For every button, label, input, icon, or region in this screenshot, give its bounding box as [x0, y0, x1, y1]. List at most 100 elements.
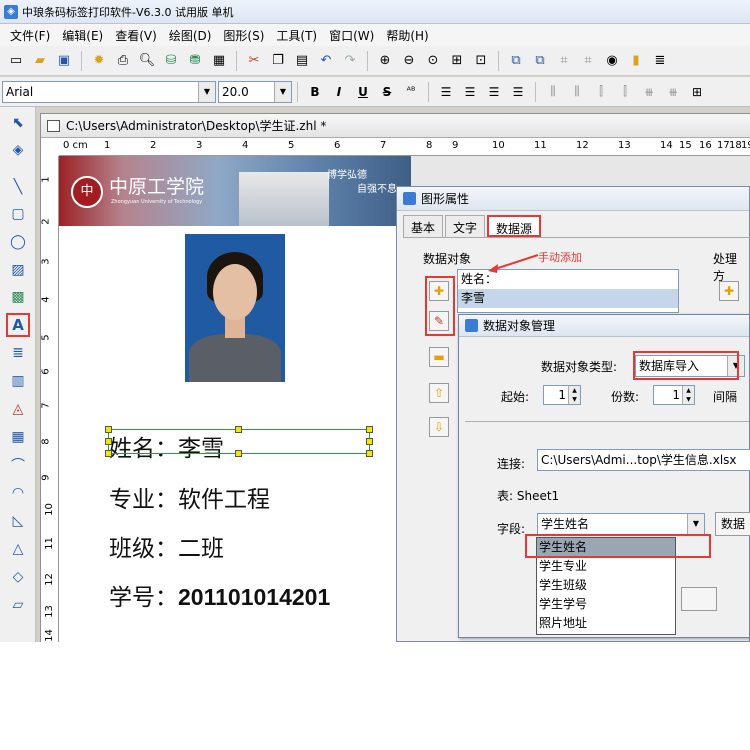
italic-button[interactable]: I	[328, 81, 350, 103]
line-tool-icon[interactable]: ╲	[6, 175, 30, 199]
open-icon[interactable]: ▰	[29, 50, 51, 72]
chevron-down-icon[interactable]: ▼	[198, 81, 215, 102]
space-h-icon[interactable]: ⧻	[638, 81, 660, 103]
cut-icon[interactable]: ✂	[243, 50, 265, 72]
ungroup-icon[interactable]: ⌗	[577, 50, 599, 72]
spinner-arrows-icon[interactable]: ▲ ▼	[682, 386, 694, 404]
paragraph-tool-icon[interactable]: ≣	[6, 341, 30, 365]
student-id-text-object[interactable]: 学号：201101014201	[109, 578, 330, 612]
print-preview-icon[interactable]: 🔍︎	[136, 50, 158, 72]
align-text-center-icon[interactable]: ☰	[459, 81, 481, 103]
parallelogram-tool-icon[interactable]: ▱	[6, 593, 30, 617]
menu-view[interactable]: 查看(V)	[109, 27, 163, 44]
move-down-button[interactable]: ⇩	[429, 417, 449, 437]
data-button[interactable]: 数据	[715, 512, 750, 536]
pan-icon[interactable]: ◈	[6, 138, 30, 162]
list-item[interactable]: 李雪	[458, 289, 678, 308]
fit-width-icon[interactable]: ⊡	[470, 50, 492, 72]
list-item[interactable]: 学生学号	[537, 595, 675, 614]
class-text-object[interactable]: 班级：二班	[109, 529, 224, 563]
rectangle-tool-icon[interactable]: ▢	[6, 202, 30, 226]
resize-handle[interactable]	[235, 450, 242, 457]
justify-icon[interactable]: ☰	[507, 81, 529, 103]
resize-handle[interactable]	[105, 438, 112, 445]
pointer-icon[interactable]: ⬉	[6, 111, 30, 135]
resize-handle[interactable]	[366, 438, 373, 445]
align-left-icon[interactable]: ⧉	[505, 50, 527, 72]
align-right-icon[interactable]: ⧉	[529, 50, 551, 72]
resize-handle[interactable]	[366, 450, 373, 457]
settings-icon[interactable]: ✹	[88, 50, 110, 72]
center-page-icon[interactable]: ⊞	[686, 81, 708, 103]
menu-window[interactable]: 窗口(W)	[323, 27, 380, 44]
menu-file[interactable]: 文件(F)	[4, 27, 56, 44]
tab-basic[interactable]: 基本	[403, 215, 444, 237]
image-tool-icon[interactable]: ▨	[6, 258, 30, 282]
copies-spinner[interactable]: 1 ▲ ▼	[653, 385, 695, 405]
save-icon[interactable]: ▣	[53, 50, 75, 72]
menu-shape[interactable]: 图形(S)	[217, 27, 270, 44]
space-v-icon[interactable]: ⧻	[662, 81, 684, 103]
menu-tools[interactable]: 工具(T)	[270, 27, 323, 44]
field-select[interactable]: 学生姓名 ▼	[537, 513, 705, 535]
resize-handle[interactable]	[105, 426, 112, 433]
chevron-down-icon[interactable]: ▼	[274, 81, 291, 102]
barcode-icon[interactable]: ▦	[208, 50, 230, 72]
triangle-tool-icon[interactable]: △	[6, 537, 30, 561]
card-header-image[interactable]: 中 中原工学院 Zhongyuan University of Technolo…	[59, 156, 411, 226]
new-icon[interactable]: ▭	[5, 50, 27, 72]
align-top-icon[interactable]: ⫿	[590, 81, 612, 103]
group-icon[interactable]: ⌗	[553, 50, 575, 72]
fit-page-icon[interactable]: ⊞	[446, 50, 468, 72]
curve-tool-icon[interactable]: ⌒	[6, 453, 30, 477]
resize-handle[interactable]	[105, 450, 112, 457]
align-text-left-icon[interactable]: ☰	[435, 81, 457, 103]
table-tool-icon[interactable]: ▦	[6, 425, 30, 449]
remove-data-object-button[interactable]: ▬	[429, 347, 449, 367]
list-item[interactable]: 照片地址	[537, 614, 675, 633]
strikethrough-button[interactable]: S	[376, 81, 398, 103]
ellipse-tool-icon[interactable]: ◯	[6, 230, 30, 254]
align-bottom-icon[interactable]: ⫿	[614, 81, 636, 103]
eye-icon[interactable]: ◉	[601, 50, 623, 72]
distribute-h-icon[interactable]: ⫼	[542, 81, 564, 103]
text-effect-icon[interactable]: ᴬᴮ	[400, 81, 422, 103]
bold-button[interactable]: B	[304, 81, 326, 103]
resize-handle[interactable]	[235, 426, 242, 433]
distribute-v-icon[interactable]: ⫼	[566, 81, 588, 103]
resize-handle[interactable]	[366, 426, 373, 433]
chevron-down-icon[interactable]: ▼	[687, 514, 704, 534]
layers-icon[interactable]: ≣	[649, 50, 671, 72]
move-up-button[interactable]: ⇧	[429, 383, 449, 403]
print-icon[interactable]: ⎙	[112, 50, 134, 72]
tab-datasource[interactable]: 数据源	[487, 215, 542, 237]
barcode-tool-icon[interactable]: ▥	[6, 369, 30, 393]
zoom-icon[interactable]: ⊙	[422, 50, 444, 72]
text-tool-icon[interactable]: A	[6, 313, 30, 337]
diamond-tool-icon[interactable]: ◇	[6, 565, 30, 589]
zoom-in-icon[interactable]: ⊕	[374, 50, 396, 72]
ok-button[interactable]	[681, 587, 717, 611]
paste-icon[interactable]: ▤	[291, 50, 313, 72]
picture-tool-icon[interactable]: ▩	[6, 285, 30, 309]
lock-icon[interactable]: ▮	[625, 50, 647, 72]
menu-help[interactable]: 帮助(H)	[380, 27, 434, 44]
add-processing-button[interactable]: ✚	[719, 281, 739, 301]
student-photo[interactable]	[185, 234, 285, 382]
tab-text[interactable]: 文字	[445, 215, 486, 237]
undo-icon[interactable]: ↶	[315, 50, 337, 72]
redo-icon[interactable]: ↷	[339, 50, 361, 72]
arc-tool-icon[interactable]: ◠	[6, 481, 30, 505]
list-item[interactable]: 学生专业	[537, 557, 675, 576]
list-item[interactable]: 学生班级	[537, 576, 675, 595]
copy-icon[interactable]: ❐	[267, 50, 289, 72]
menu-draw[interactable]: 绘图(D)	[163, 27, 218, 44]
database-settings-icon[interactable]: ⛃	[184, 50, 206, 72]
menu-edit[interactable]: 编辑(E)	[56, 27, 109, 44]
spinner-arrows-icon[interactable]: ▲ ▼	[568, 386, 580, 404]
database-icon[interactable]: ⛁	[160, 50, 182, 72]
shape-tool-icon[interactable]: ◬	[6, 397, 30, 421]
data-objects-list[interactable]: 姓名： 李雪	[457, 269, 679, 313]
font-size-combo[interactable]: 20.0 ▼	[218, 80, 292, 103]
underline-button[interactable]: U	[352, 81, 374, 103]
